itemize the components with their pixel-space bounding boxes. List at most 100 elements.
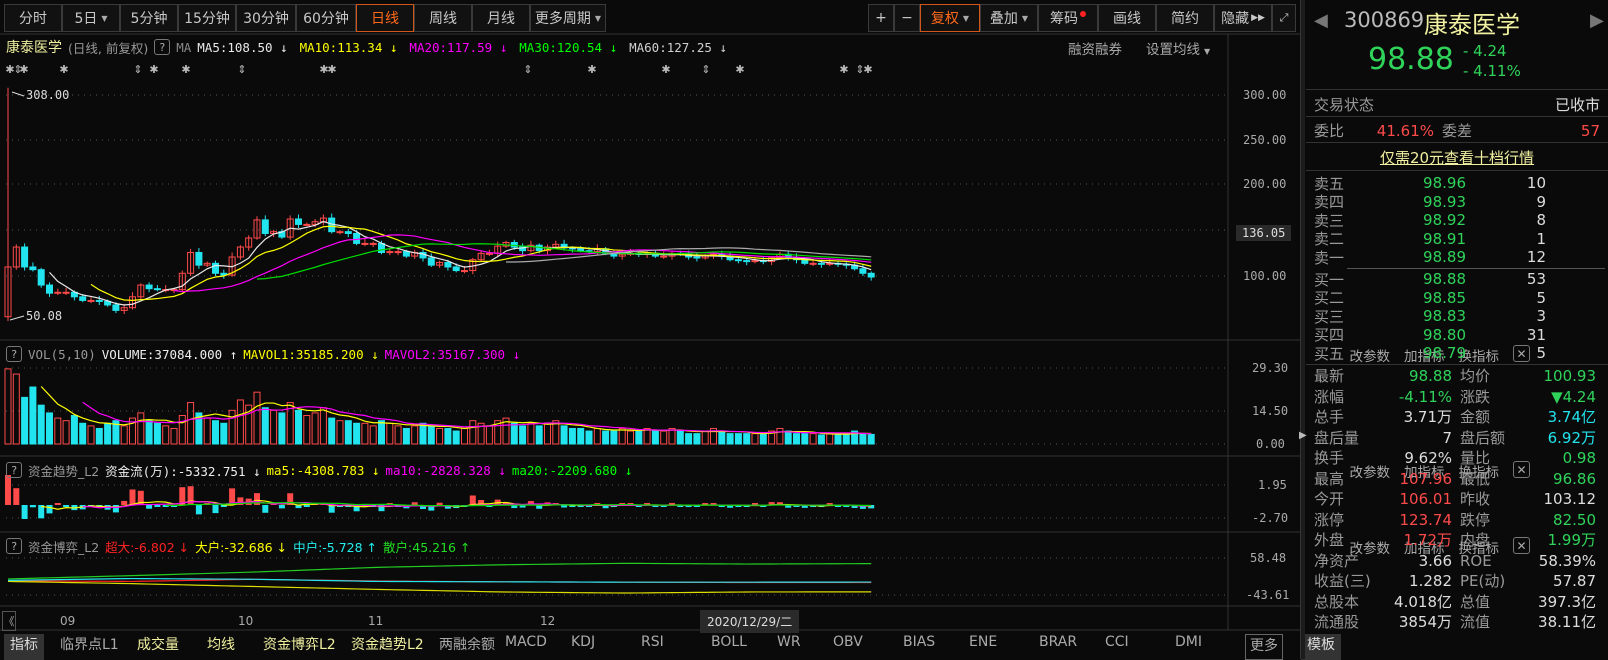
signal-marker-icon: ⇕ — [237, 63, 246, 76]
candle — [867, 272, 875, 278]
stat-label: 内盘 — [1460, 531, 1491, 549]
candle — [46, 284, 53, 294]
panel-splitter[interactable] — [1300, 0, 1305, 659]
indicator-tab[interactable]: 资金趋势L2 — [351, 634, 424, 660]
indicator-tab[interactable]: BIAS — [903, 634, 935, 660]
stat-value: 106.01 — [1399, 490, 1453, 508]
fund-flow-bar — [46, 505, 53, 514]
indicator-tab[interactable]: 两融余额 — [439, 634, 495, 660]
level-label: 卖一 — [1314, 248, 1345, 267]
indicator-tab[interactable]: DMI — [1175, 634, 1202, 660]
volume-bar — [178, 415, 186, 445]
indicator-tab[interactable]: BOLL — [711, 634, 747, 660]
indicator-tab[interactable]: MACD — [505, 634, 547, 660]
volume-bar — [660, 430, 668, 445]
volume-bar — [784, 430, 792, 445]
volume-bar — [137, 412, 145, 445]
indicator-tab[interactable]: 资金博弈L2 — [263, 634, 336, 660]
indicator-tab[interactable]: WR — [777, 634, 801, 660]
indicator-tab[interactable]: 成交量 — [137, 634, 179, 660]
game-tick: -43.61 — [1246, 588, 1290, 602]
volume-bar — [826, 433, 834, 445]
quote-header: ◀ ▶ 300869 康泰医学 98.88 - 4.24 - 4.11% — [1306, 0, 1608, 90]
fund-flow-bar — [436, 502, 443, 505]
stat-value: ▼4.24 — [1551, 387, 1596, 406]
fund-flow-bar — [112, 505, 119, 513]
indicator-tab[interactable]: 指标 — [4, 634, 44, 660]
help-button[interactable]: ? — [6, 462, 22, 478]
level-price: 98.93 — [1423, 192, 1466, 211]
level-price: 98.80 — [1423, 325, 1466, 344]
help-button[interactable]: ? — [6, 346, 22, 362]
candle — [95, 299, 103, 302]
fund-trend-header: ? 资金趋势_L2 资金流(万):-5332.751 ↓ ma5:-4308.7… — [6, 460, 632, 480]
indicator-tab[interactable]: 均线 — [207, 634, 235, 660]
level-volume: 8 — [1536, 211, 1546, 230]
date-tick: 10 — [238, 614, 254, 628]
volume-bar — [544, 422, 551, 445]
volume-bar — [461, 427, 468, 445]
stat-label: PE(动) — [1460, 572, 1506, 590]
ma20-line — [173, 234, 872, 293]
level-volume: 12 — [1526, 248, 1546, 267]
price-change: - 4.24 — [1463, 42, 1507, 60]
candle — [195, 251, 203, 266]
scroll-left-button[interactable]: 《 — [2, 611, 16, 631]
indicator-tab[interactable]: 临界点L1 — [60, 634, 119, 660]
level-volume: 5 — [1536, 288, 1546, 307]
indicator-tab[interactable]: KDJ — [571, 634, 595, 660]
fund-flow-bar — [195, 505, 202, 515]
indicator-tab[interactable]: ENE — [969, 634, 997, 660]
wc-value: 57 — [1580, 122, 1600, 140]
stock-code: 300869 — [1344, 8, 1425, 32]
stat-value: 9.62% — [1404, 449, 1452, 467]
kline-chart[interactable]: ✱⇕✱ ✱ ⇕ ✱ ✱ ⇕ ✱✱ ⇕ ✱ ✱ ⇕ ✱ ✱ ⇕✱ — [0, 0, 1300, 659]
collapse-arrow-icon[interactable]: ▶ — [1299, 430, 1307, 454]
stat-value: 58.39% — [1538, 551, 1596, 570]
volume-bar — [261, 407, 269, 445]
ma5-line — [49, 220, 872, 306]
volume-bar — [236, 399, 244, 445]
last-price: 98.88 — [1368, 42, 1454, 77]
current-price-marker: 136.05 — [1236, 225, 1292, 241]
volume-bar — [4, 368, 12, 445]
indicator-tab[interactable]: BRAR — [1039, 634, 1077, 660]
level2-promo-link[interactable]: 仅需20元查看十档行情 — [1380, 149, 1534, 167]
help-button[interactable]: ? — [6, 538, 22, 554]
level-volume: 10 — [1526, 174, 1546, 193]
volume-bar — [668, 427, 676, 445]
level-price: 98.85 — [1423, 288, 1466, 307]
candle — [112, 304, 120, 311]
prev-stock-icon[interactable]: ◀ — [1314, 10, 1328, 31]
stat-label: 最低 — [1460, 469, 1491, 488]
candle — [461, 270, 468, 273]
ask-level: 卖三 98.92 8 — [1306, 211, 1608, 230]
fund-flow-bar — [13, 488, 20, 505]
stat-label: 总手 — [1314, 408, 1345, 426]
stat-label: 外盘 — [1314, 531, 1345, 549]
indicator-tab[interactable]: 更多 — [1245, 634, 1283, 660]
indicator-tab[interactable]: OBV — [833, 634, 863, 660]
volume-bar — [145, 420, 153, 445]
bid-level: 买三 98.83 3 — [1306, 307, 1608, 326]
ask-level: 卖五 98.96 10 — [1306, 174, 1608, 193]
ma5-value: ma5:-4308.783 ↓ — [266, 462, 380, 478]
level-price: 98.89 — [1423, 248, 1466, 267]
indicator-name: 资金博弈_L2 — [28, 539, 100, 555]
stat-value: 38.11亿 — [1538, 613, 1596, 631]
volume-bar — [743, 433, 751, 445]
next-stock-icon[interactable]: ▶ — [1590, 10, 1604, 31]
stat-value: 103.12 — [1543, 490, 1597, 508]
volume-bar — [469, 420, 477, 445]
volume-bar — [170, 427, 178, 445]
indicator-tab[interactable]: RSI — [641, 634, 664, 660]
stat-label: 涨停 — [1314, 510, 1345, 529]
volume-bar — [859, 433, 867, 445]
indicator-tab[interactable]: 模板 — [1301, 634, 1341, 660]
volume-bar — [369, 425, 377, 445]
fund-game-header: ? 资金博弈_L2 超大:-6.802 ↓ 大户:-32.686 ↓ 中户:-5… — [6, 536, 470, 556]
volume-bar — [411, 425, 419, 445]
volume-bar — [253, 391, 261, 445]
candle — [87, 299, 95, 302]
indicator-tab[interactable]: CCI — [1105, 634, 1129, 660]
